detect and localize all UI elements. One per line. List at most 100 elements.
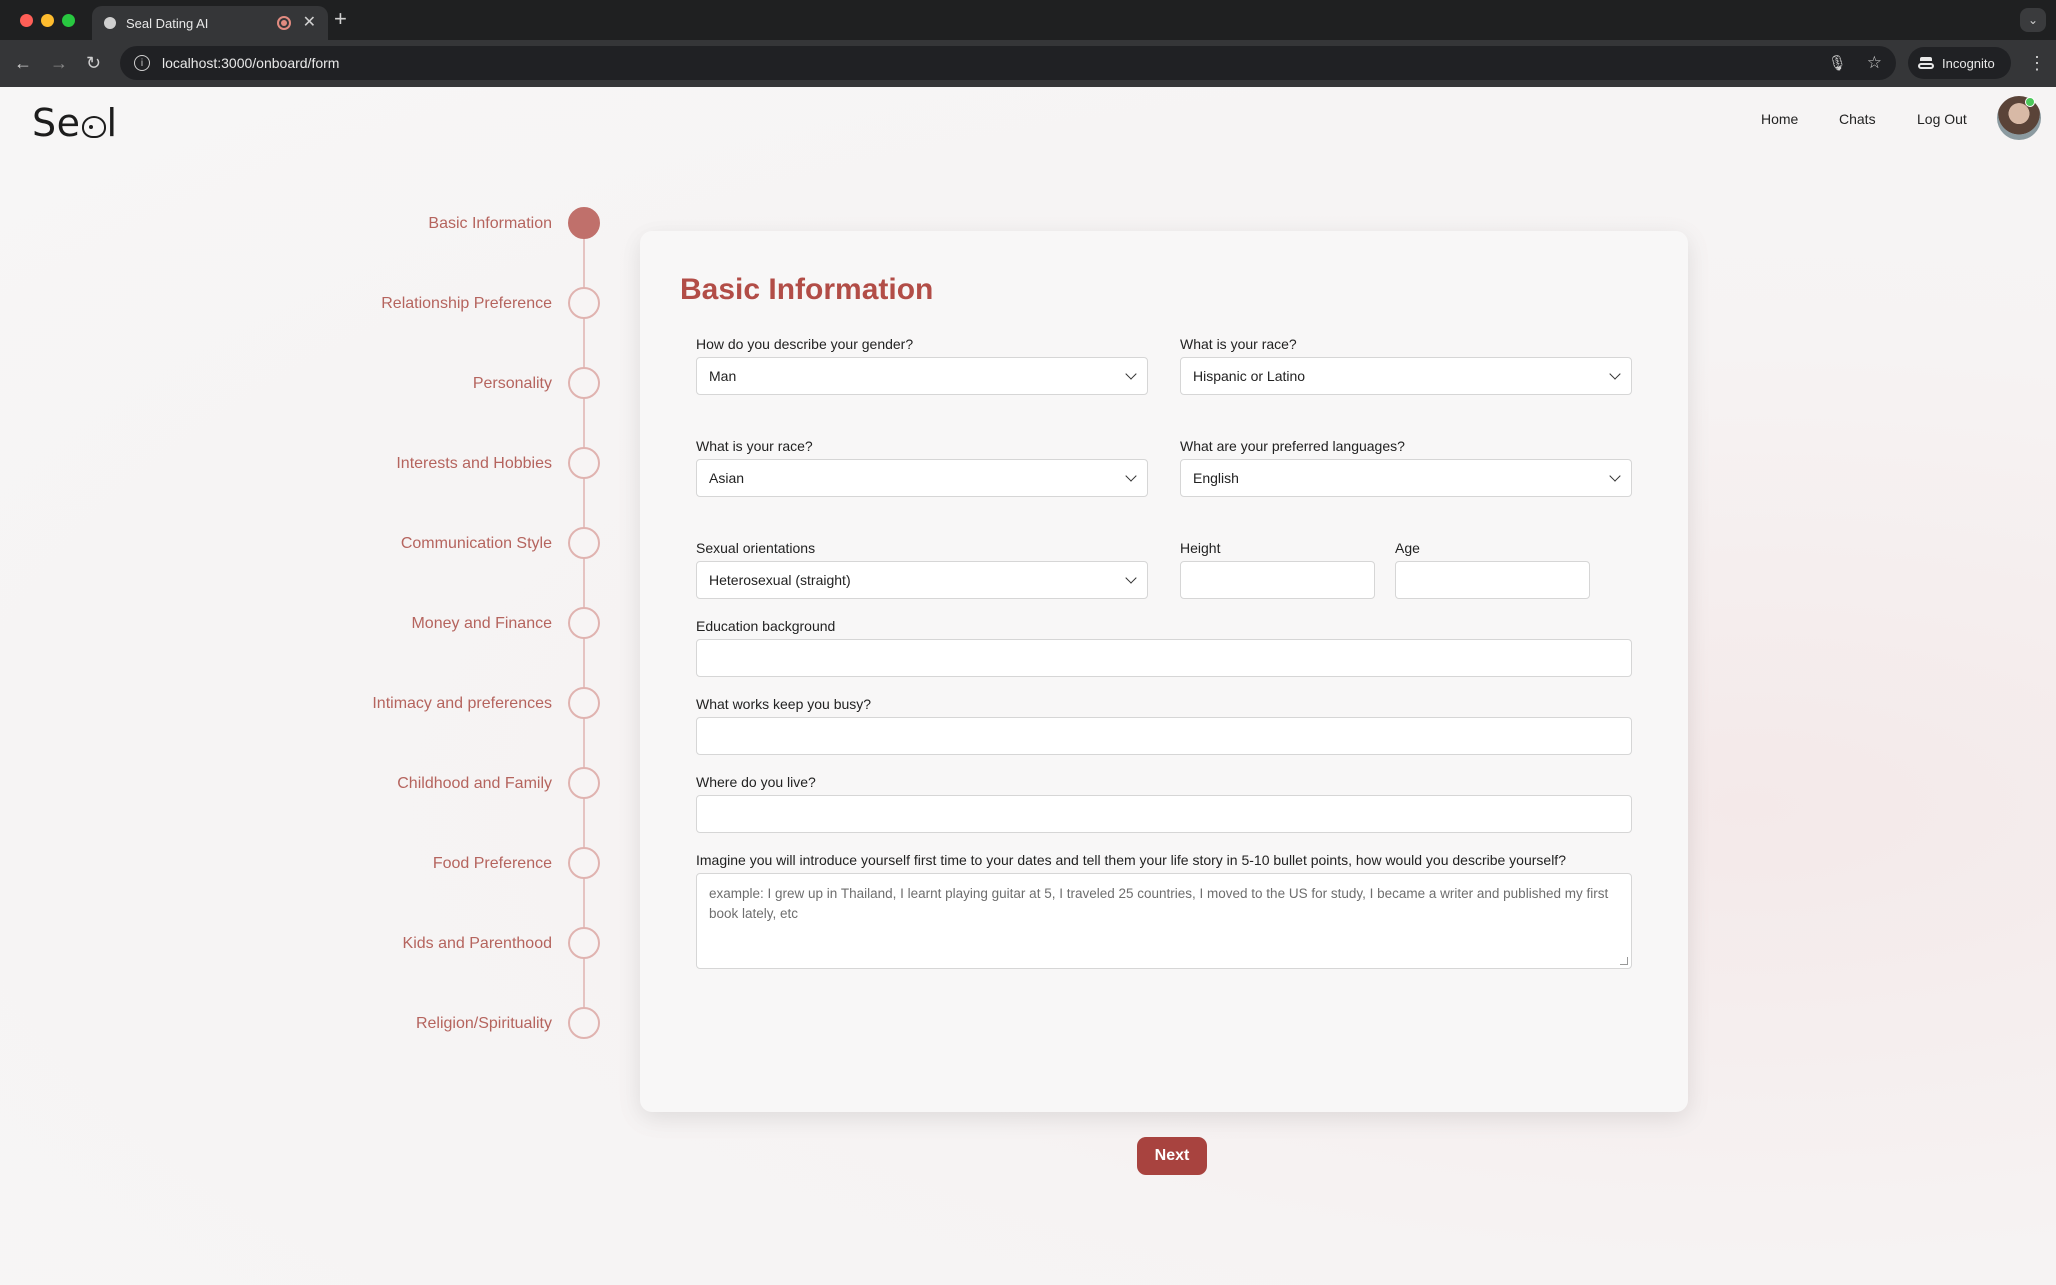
orientation-select[interactable]: Heterosexual (straight) [696, 561, 1148, 599]
address-bar[interactable]: i localhost:3000/onboard/form 🎙 ☆ [120, 46, 1896, 80]
step-label: Basic Information [428, 215, 552, 232]
nav-logout-link[interactable]: Log Out [1917, 111, 1967, 127]
step-label: Communication Style [400, 535, 552, 552]
form-title: Basic Information [680, 273, 934, 306]
step-intimacy-and-preferences[interactable]: Intimacy and preferences [300, 687, 600, 721]
step-dot [568, 687, 600, 719]
languages-label: What are your preferred languages? [1180, 438, 1405, 454]
incognito-label: Incognito [1942, 55, 1995, 71]
close-window-button[interactable] [20, 14, 33, 27]
nav-chats-link[interactable]: Chats [1839, 111, 1876, 127]
resize-handle-icon[interactable] [1620, 957, 1628, 965]
reload-icon[interactable]: ↻ [86, 52, 101, 74]
step-dot [568, 847, 600, 879]
step-food-preference[interactable]: Food Preference [300, 847, 600, 881]
incognito-badge[interactable]: Incognito [1908, 47, 2011, 79]
step-communication-style[interactable]: Communication Style [300, 527, 600, 561]
step-label: Kids and Parenthood [402, 935, 552, 952]
work-label: What works keep you busy? [696, 696, 872, 712]
step-kids-and-parenthood[interactable]: Kids and Parenthood [300, 927, 600, 961]
step-label: Money and Finance [411, 615, 552, 632]
education-label: Education background [696, 618, 836, 634]
story-textarea[interactable]: example: I grew up in Thailand, I learnt… [696, 873, 1632, 969]
online-status-dot [2025, 97, 2035, 107]
maximize-window-button[interactable] [62, 14, 75, 27]
story-label: Imagine you will introduce yourself firs… [696, 852, 1566, 868]
step-dot [568, 447, 600, 479]
page: Se l Home Chats Log Out Basic Information… [0, 87, 2056, 1285]
minimize-window-button[interactable] [41, 14, 54, 27]
step-dot [568, 527, 600, 559]
chevron-down-icon [1125, 368, 1137, 380]
browser-tab-bar: Seal Dating AI ✕ + ⌄ [0, 0, 2056, 40]
step-personality[interactable]: Personality [300, 367, 600, 401]
age-input[interactable] [1395, 561, 1590, 599]
orientation-value: Heterosexual (straight) [709, 572, 851, 588]
step-religion-spirituality[interactable]: Religion/Spirituality [300, 1007, 600, 1041]
step-interests-and-hobbies[interactable]: Interests and Hobbies [300, 447, 600, 481]
race1-value: Hispanic or Latino [1193, 368, 1306, 384]
step-dot [568, 927, 600, 959]
education-input[interactable] [696, 639, 1632, 677]
step-label: Intimacy and preferences [372, 695, 552, 712]
bookmark-star-icon[interactable]: ☆ [1867, 53, 1882, 73]
logo-prefix: Se [32, 101, 81, 145]
url-text[interactable]: localhost:3000/onboard/form [162, 55, 1828, 71]
location-input[interactable] [696, 795, 1632, 833]
chevron-down-icon [1125, 470, 1137, 482]
step-dot [568, 607, 600, 639]
chevron-down-icon [1609, 368, 1621, 380]
browser-tab[interactable]: Seal Dating AI ✕ [92, 6, 328, 40]
chevron-down-icon [1125, 572, 1137, 584]
step-childhood-and-family[interactable]: Childhood and Family [300, 767, 600, 801]
step-basic-information[interactable]: Basic Information [300, 207, 600, 241]
new-tab-icon[interactable]: + [334, 8, 347, 30]
logo-suffix: l [106, 101, 118, 145]
recording-icon [276, 16, 291, 30]
languages-value: English [1193, 470, 1239, 486]
work-input[interactable] [696, 717, 1632, 755]
step-relationship-preference[interactable]: Relationship Preference [300, 287, 600, 321]
site-info-icon[interactable]: i [134, 55, 150, 71]
incognito-icon [1918, 57, 1934, 69]
browser-toolbar: ← → ↻ i localhost:3000/onboard/form 🎙 ☆ … [0, 40, 2056, 87]
race2-select[interactable]: Asian [696, 459, 1148, 497]
languages-select[interactable]: English [1180, 459, 1632, 497]
gender-value: Man [709, 368, 737, 384]
step-label: Food Preference [432, 855, 552, 872]
gender-label: How do you describe your gender? [696, 336, 914, 352]
step-dot [568, 767, 600, 799]
step-label: Religion/Spirituality [415, 1015, 552, 1032]
tab-title: Seal Dating AI [126, 15, 209, 31]
close-tab-icon[interactable]: ✕ [303, 15, 316, 31]
step-label: Personality [472, 375, 552, 392]
orientation-label: Sexual orientations [696, 540, 816, 556]
basic-information-form: Basic Information How do you describe yo… [640, 231, 1688, 1175]
step-dot [568, 367, 600, 399]
height-label: Height [1180, 540, 1221, 556]
seal-logo[interactable]: Se l [32, 101, 118, 145]
race1-label: What is your race? [1180, 336, 1297, 352]
chevron-down-icon [1609, 470, 1621, 482]
race1-select[interactable]: Hispanic or Latino [1180, 357, 1632, 395]
step-money-and-finance[interactable]: Money and Finance [300, 607, 600, 641]
step-label: Interests and Hobbies [396, 455, 552, 472]
age-label: Age [1395, 540, 1420, 556]
next-button[interactable]: Next [1137, 1137, 1207, 1175]
seal-logo-icon [81, 116, 106, 138]
nav-home-link[interactable]: Home [1761, 111, 1798, 127]
race2-label: What is your race? [696, 438, 813, 454]
back-arrow-icon[interactable]: ← [14, 52, 32, 74]
story-placeholder: example: I grew up in Thailand, I learnt… [709, 886, 1609, 921]
microphone-icon[interactable]: 🎙 [1828, 54, 1847, 72]
location-label: Where do you live? [696, 774, 816, 790]
step-dot [568, 207, 600, 239]
height-input[interactable] [1180, 561, 1375, 599]
tab-search-chevron-icon[interactable]: ⌄ [2020, 8, 2046, 32]
race2-value: Asian [709, 470, 745, 486]
gender-select[interactable]: Man [696, 357, 1148, 395]
browser-menu-icon[interactable]: ⋮ [2028, 52, 2046, 74]
forward-arrow-icon[interactable]: → [50, 52, 68, 74]
step-label: Childhood and Family [397, 775, 552, 792]
step-dot [568, 1007, 600, 1039]
